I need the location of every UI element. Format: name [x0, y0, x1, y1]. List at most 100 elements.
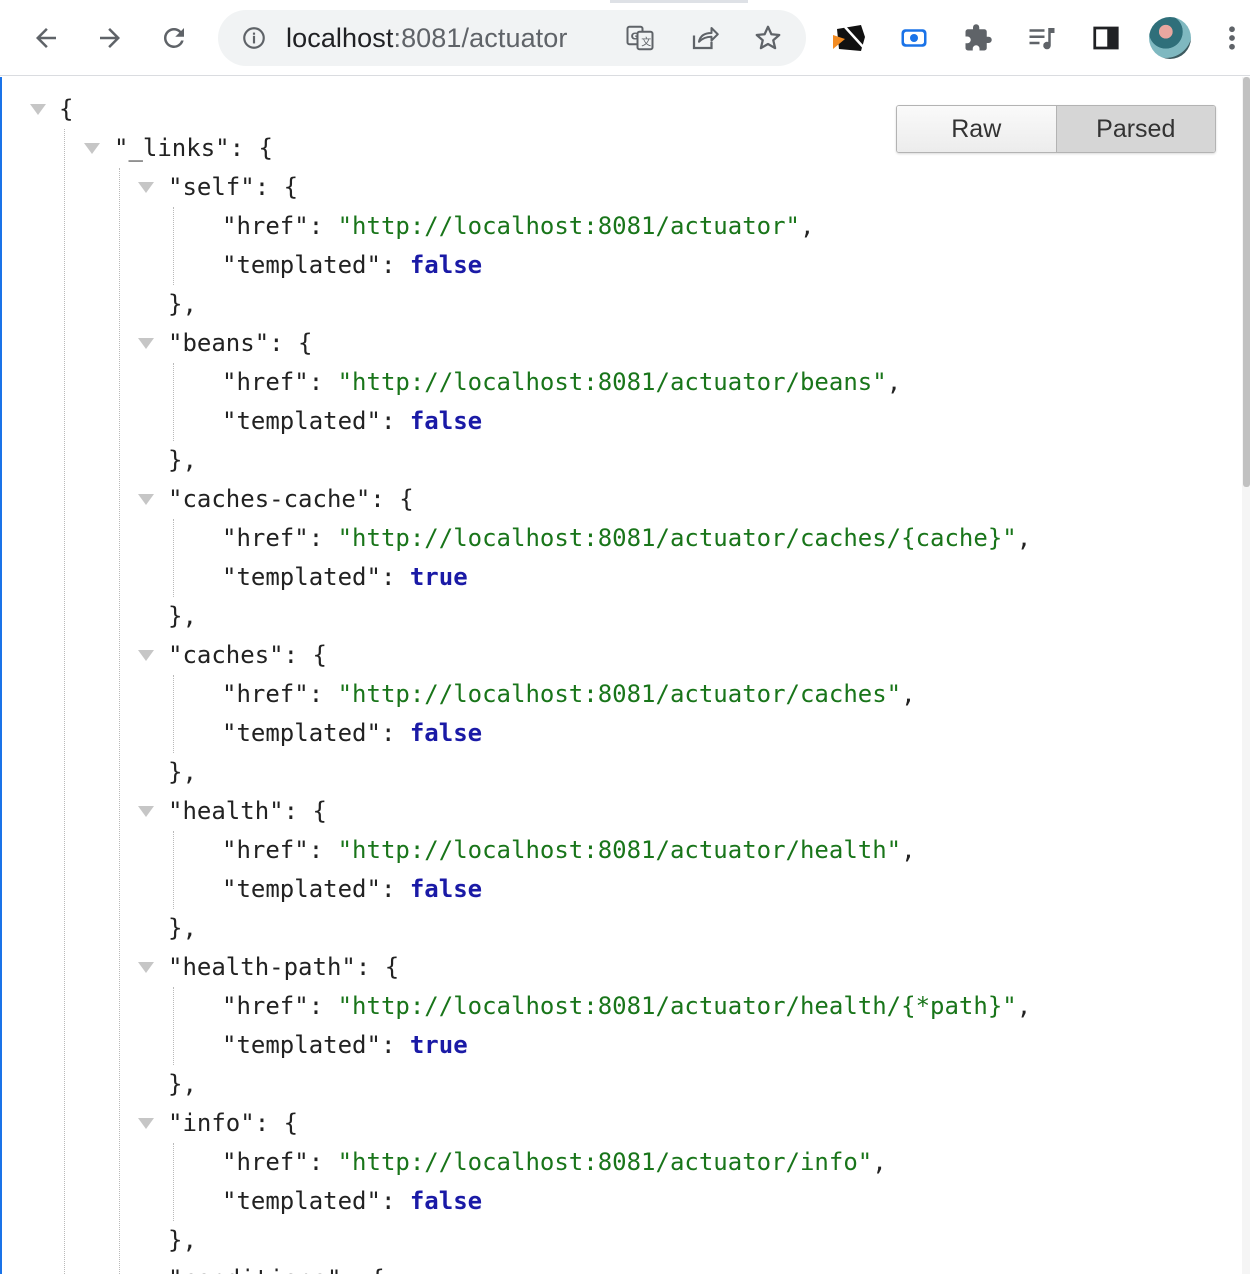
href-line: "href": "http://localhost:8081/actuator"…: [222, 207, 814, 246]
templated-key: "templated": [222, 1031, 381, 1059]
entry-key: "health-path": [168, 953, 356, 981]
forward-button[interactable]: [88, 16, 132, 60]
entry-open: : {: [254, 173, 299, 201]
templated-line: "templated": true: [222, 1026, 468, 1065]
href-value: "http://localhost:8081/actuator/health": [337, 836, 902, 864]
href-key: "href": [222, 368, 309, 396]
url-text[interactable]: localhost:8081/actuator: [286, 23, 568, 54]
url-path: :8081/actuator: [393, 23, 568, 53]
templated-value: true: [409, 1031, 468, 1059]
back-button[interactable]: [24, 16, 68, 60]
templated-value: false: [409, 251, 483, 279]
entry-close: },: [168, 602, 197, 630]
templated-line: "templated": false: [222, 1182, 482, 1221]
templated-value: false: [409, 1187, 483, 1215]
colon: :: [380, 1187, 410, 1215]
templated-line: "templated": false: [222, 870, 482, 909]
json-viewer: Raw Parsed { "_links": { "self": {"href"…: [0, 77, 1250, 1274]
star-icon[interactable]: [752, 22, 784, 54]
entry-close: },: [168, 446, 197, 474]
parsed-button[interactable]: Parsed: [1056, 106, 1215, 152]
colon: :: [308, 368, 338, 396]
href-line: "href": "http://localhost:8081/actuator/…: [222, 1143, 887, 1182]
collapse-root-arrow[interactable]: [30, 104, 46, 115]
entry-header: "info": {: [168, 1104, 298, 1143]
entry-header: "beans": {: [168, 324, 313, 363]
tab-strip: [0, 0, 1250, 3]
browser-toolbar: localhost:8081/actuator G文: [0, 0, 1250, 76]
templated-key: "templated": [222, 407, 381, 435]
entry-indent-guide: [173, 987, 174, 1065]
scrollbar-thumb[interactable]: [1243, 77, 1250, 487]
href-key: "href": [222, 524, 309, 552]
colon: :: [380, 875, 410, 903]
active-tab-edge: [0, 0, 610, 3]
entry-header: "health-path": {: [168, 948, 399, 987]
screen-record-icon[interactable]: [892, 16, 936, 60]
templated-line: "templated": false: [222, 246, 482, 285]
comma: ,: [901, 680, 916, 708]
entry-indent-guide: [173, 831, 174, 909]
colon: :: [308, 524, 338, 552]
entry-indent-guide: [173, 207, 174, 285]
entry-key: "caches-cache": [168, 485, 371, 513]
comma: ,: [901, 836, 916, 864]
collapse-entry-arrow[interactable]: [138, 494, 154, 505]
templated-value: false: [409, 719, 483, 747]
json-extension-icon[interactable]: [828, 16, 872, 60]
entry-key: "caches": [168, 641, 284, 669]
templated-key: "templated": [222, 1187, 381, 1215]
profile-avatar[interactable]: [1149, 17, 1191, 59]
entry-close: },: [168, 290, 197, 318]
entry-open: : {: [355, 953, 400, 981]
collapse-links-arrow[interactable]: [84, 143, 100, 154]
raw-button[interactable]: Raw: [897, 106, 1057, 152]
links-key: "_links": [114, 134, 230, 162]
colon: :: [308, 836, 338, 864]
templated-value: false: [409, 407, 483, 435]
href-value: "http://localhost:8081/actuator/caches": [337, 680, 902, 708]
collapse-entry-arrow[interactable]: [138, 338, 154, 349]
translate-icon[interactable]: G文: [624, 22, 656, 54]
entry-indent-guide: [173, 363, 174, 441]
href-key: "href": [222, 836, 309, 864]
entry-indent-guide: [173, 1143, 174, 1221]
href-value: "http://localhost:8081/actuator/beans": [337, 368, 887, 396]
colon: :: [308, 992, 338, 1020]
share-icon[interactable]: [688, 22, 720, 54]
collapse-entry-arrow[interactable]: [138, 1118, 154, 1129]
svg-text:文: 文: [641, 36, 651, 49]
address-bar[interactable]: localhost:8081/actuator G文: [218, 10, 806, 66]
entry-open: : {: [269, 329, 313, 357]
templated-line: "templated": false: [222, 402, 482, 441]
templated-key: "templated": [222, 251, 381, 279]
kebab-menu-icon[interactable]: [1212, 16, 1250, 60]
colon: :: [308, 212, 338, 240]
colon: :: [380, 251, 410, 279]
href-value: "http://localhost:8081/actuator/info": [337, 1148, 873, 1176]
entry-key: "beans": [168, 329, 270, 357]
collapse-entry-arrow[interactable]: [138, 962, 154, 973]
collapse-entry-arrow[interactable]: [138, 182, 154, 193]
reload-button[interactable]: [152, 16, 196, 60]
templated-line: "templated": false: [222, 714, 482, 753]
media-queue-icon[interactable]: [1020, 16, 1064, 60]
entry-close: },: [168, 1070, 197, 1098]
side-panel-icon[interactable]: [1084, 16, 1128, 60]
collapse-entry-arrow[interactable]: [138, 650, 154, 661]
templated-key: "templated": [222, 563, 381, 591]
puzzle-icon[interactable]: [956, 16, 1000, 60]
colon: :: [308, 1148, 338, 1176]
colon: :: [380, 1031, 410, 1059]
collapse-entry-arrow[interactable]: [138, 806, 154, 817]
href-line: "href": "http://localhost:8081/actuator/…: [222, 831, 916, 870]
href-line: "href": "http://localhost:8081/actuator/…: [222, 987, 1031, 1026]
comma: ,: [1016, 992, 1032, 1020]
info-icon[interactable]: [240, 24, 268, 52]
arrow-right-icon: [100, 28, 120, 48]
partial-next-entry: "conditions": {: [168, 1260, 385, 1274]
templated-key: "templated": [222, 719, 381, 747]
svg-text:G: G: [631, 31, 639, 42]
tab-edge: [748, 0, 1250, 3]
entry-open: : {: [283, 797, 327, 825]
